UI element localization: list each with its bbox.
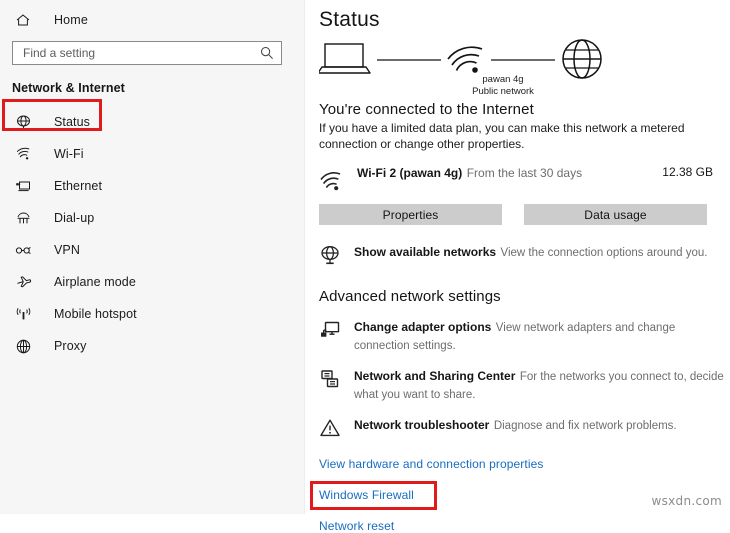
sidebar-item-ethernet[interactable]: Ethernet (0, 170, 304, 202)
sidebar-item-label: Airplane mode (54, 275, 136, 289)
ethernet-icon (15, 178, 32, 195)
advanced-item-title: Network and Sharing Center (354, 369, 516, 383)
action-buttons: Properties Data usage (319, 204, 730, 225)
network-diagram: pawan 4g Public network (319, 36, 730, 98)
connection-description: If you have a limited data plan, you can… (319, 121, 685, 151)
globe-networks-icon (319, 244, 341, 266)
network-name: pawan 4g (482, 74, 524, 85)
advanced-settings-list: Change adapter options View network adap… (319, 318, 730, 439)
troubleshooter-warning-icon (319, 417, 341, 439)
sidebar-item-label: Proxy (54, 339, 87, 353)
settings-window: Home Network & Internet (0, 0, 730, 533)
network-reset-link[interactable]: Network reset (319, 519, 394, 533)
data-usage-button[interactable]: Data usage (524, 204, 707, 225)
network-caption: pawan 4g Public network (433, 74, 573, 97)
windows-firewall-link[interactable]: Windows Firewall (319, 488, 414, 502)
dialup-icon (15, 210, 32, 227)
airplane-icon (15, 274, 32, 291)
watermark: wsxdn.com (651, 494, 722, 508)
network-sharing-center-row[interactable]: Network and Sharing Center For the netwo… (319, 367, 730, 403)
connection-headline: You're connected to the Internet (319, 101, 534, 118)
sidebar-item-label: Wi-Fi (54, 147, 84, 161)
sidebar: Home Network & Internet (0, 0, 305, 514)
sidebar-item-label: Ethernet (54, 179, 103, 193)
show-available-networks-row[interactable]: Show available networks View the connect… (319, 243, 730, 266)
wifi-icon (15, 146, 32, 163)
main-content: Status pawan 4g Public network You're co… (305, 0, 730, 533)
search-box[interactable] (12, 41, 282, 65)
sharing-icon (319, 368, 341, 390)
sidebar-item-home[interactable]: Home (0, 2, 304, 38)
sidebar-item-airplane-mode[interactable]: Airplane mode (0, 266, 304, 298)
wifi-icon (319, 169, 345, 193)
globe-status-icon (15, 114, 32, 131)
network-type: Public network (472, 85, 534, 97)
show-networks-title: Show available networks (354, 245, 497, 259)
sidebar-item-proxy[interactable]: Proxy (0, 330, 304, 362)
sidebar-item-wifi[interactable]: Wi-Fi (0, 138, 304, 170)
wifi-usage-period: From the last 30 days (466, 166, 583, 180)
wifi-network-name: Wi-Fi 2 (pawan 4g) (357, 166, 463, 180)
sidebar-item-label: Status (54, 115, 91, 129)
sidebar-item-label: Mobile hotspot (54, 307, 137, 321)
adapter-icon (319, 319, 341, 341)
sidebar-item-status[interactable]: Status (0, 106, 304, 138)
advanced-item-title: Network troubleshooter (354, 418, 490, 432)
globe-icon (562, 39, 602, 79)
sidebar-item-label: VPN (54, 243, 81, 257)
sidebar-item-label: Dial-up (54, 211, 95, 225)
properties-button[interactable]: Properties (319, 204, 502, 225)
advanced-item-title: Change adapter options (354, 320, 492, 334)
wifi-icon (447, 46, 483, 73)
sidebar-item-mobile-hotspot[interactable]: Mobile hotspot (0, 298, 304, 330)
search-input[interactable] (13, 43, 258, 63)
view-hardware-properties-link[interactable]: View hardware and connection properties (319, 457, 543, 471)
home-icon (15, 12, 31, 28)
wifi-usage-row[interactable]: Wi-Fi 2 (pawan 4g) From the last 30 days… (319, 164, 713, 193)
sidebar-category-title: Network & Internet (12, 81, 125, 95)
laptop-icon (319, 43, 371, 74)
hotspot-icon (15, 306, 32, 323)
search-icon[interactable] (260, 46, 274, 60)
network-troubleshooter-row[interactable]: Network troubleshooter Diagnose and fix … (319, 416, 730, 439)
advanced-settings-title: Advanced network settings (319, 288, 501, 305)
sidebar-nav-list: Status Wi-Fi Ethernet Dial-up VPN Airpla… (0, 106, 304, 362)
sidebar-home-label: Home (54, 13, 88, 27)
sidebar-item-vpn[interactable]: VPN (0, 234, 304, 266)
page-title: Status (319, 8, 380, 31)
show-networks-subtitle: View the connection options around you. (500, 247, 708, 259)
change-adapter-options-row[interactable]: Change adapter options View network adap… (319, 318, 730, 354)
sidebar-item-dialup[interactable]: Dial-up (0, 202, 304, 234)
vpn-icon (15, 242, 32, 259)
advanced-item-subtitle: Diagnose and fix network problems. (493, 420, 677, 432)
proxy-globe-icon (15, 338, 32, 355)
wifi-usage-amount: 12.38 GB (662, 165, 713, 179)
